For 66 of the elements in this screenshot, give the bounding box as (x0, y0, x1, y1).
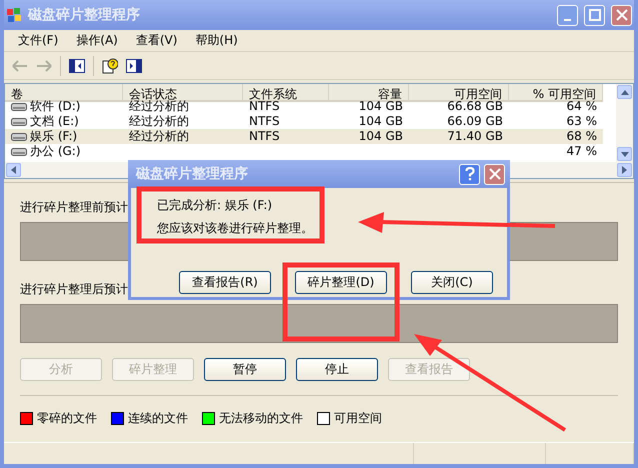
close-icon (488, 168, 500, 180)
table-cell: NTFS (243, 129, 329, 144)
table-cell-text: 经过分析的 (128, 114, 190, 129)
action-button[interactable]: 停止 (296, 358, 378, 381)
up-arrow-icon[interactable] (620, 90, 628, 94)
window-title: 磁盘碎片整理程序 (28, 6, 141, 24)
table-cell: 文档 (E:) (5, 114, 123, 129)
table-cell: 104 GB (329, 129, 409, 144)
table-cell-text: NTFS (248, 99, 280, 114)
drive-icon (11, 132, 27, 142)
estimate-label: 进行碎片整理前预计 (20, 199, 128, 216)
panel-icon[interactable] (126, 58, 142, 72)
close-button[interactable] (484, 164, 505, 184)
minimize-button[interactable] (557, 4, 578, 26)
menu-item[interactable]: 查看(V) (128, 30, 186, 51)
table-cell-text: 66.68 GB (446, 99, 504, 114)
table-cell-text: 经过分析的 (128, 99, 190, 114)
panel-icon[interactable] (69, 58, 85, 72)
dialog-message: 已完成分析: 娱乐 (F:) (157, 198, 272, 212)
close-icon (616, 9, 628, 21)
help-button[interactable] (459, 164, 480, 184)
question-mark-icon (464, 167, 474, 181)
dialog-button[interactable]: 查看报告(R) (179, 271, 271, 294)
vertical-scrollbar[interactable] (616, 84, 633, 162)
maximize-icon (588, 9, 600, 21)
down-arrow-icon[interactable] (620, 152, 628, 156)
left-arrow-icon[interactable] (11, 166, 16, 174)
menu-item[interactable]: 操作(A) (68, 30, 126, 51)
drive-icon (11, 116, 27, 126)
table-cell: 办公 (G:) (5, 144, 123, 159)
legend-label: 无法移动的文件 (219, 410, 303, 427)
app-icon (6, 7, 22, 23)
minimize-icon (564, 18, 571, 20)
table-cell-text: 63 % (566, 114, 598, 129)
table-cell-text: 47 % (566, 144, 598, 159)
dialog-title: 磁盘碎片整理程序 (136, 165, 249, 183)
table-cell: 软件 (D:) (5, 99, 123, 114)
close-button[interactable] (611, 4, 632, 26)
dialog-button[interactable]: 关闭(C) (411, 271, 493, 294)
column-header[interactable]: % 可用空间 (509, 84, 603, 102)
menu-item[interactable]: 帮助(H) (187, 30, 246, 51)
table-cell-text: 64 % (566, 99, 598, 114)
right-arrow-icon[interactable] (622, 166, 627, 174)
column-header[interactable]: 文件系统 (243, 84, 329, 102)
table-cell-text: NTFS (248, 114, 281, 129)
legend-label: 连续的文件 (128, 410, 188, 427)
drive-icon (11, 102, 27, 112)
column-header[interactable]: 可用空间 (409, 84, 509, 102)
maximize-button[interactable] (584, 4, 605, 26)
help-icon[interactable] (102, 58, 118, 74)
table-cell: 68 % (509, 129, 603, 144)
dialog-message: 您应该对该卷进行碎片整理。 (157, 221, 313, 235)
action-button[interactable]: 暂停 (204, 358, 286, 381)
table-cell-text: 104 GB (358, 99, 404, 114)
drive-icon (11, 146, 27, 156)
legend-label: 零碎的文件 (37, 410, 97, 427)
column-header[interactable]: 容量 (329, 84, 409, 102)
estimate-label: 进行碎片整理后预计 (20, 281, 128, 298)
dialog-button[interactable]: 碎片整理(D) (295, 271, 387, 294)
menu-item[interactable]: 文件(F) (10, 30, 66, 51)
table-cell: 71.40 GB (409, 129, 509, 144)
table-cell: 娱乐 (F:) (5, 129, 123, 144)
legend-label: 可用空间 (334, 410, 382, 427)
table-cell-text: 66.09 GB (446, 114, 504, 129)
table-cell: 经过分析的 (123, 129, 243, 144)
table-cell-text: 104 GB (358, 114, 404, 129)
